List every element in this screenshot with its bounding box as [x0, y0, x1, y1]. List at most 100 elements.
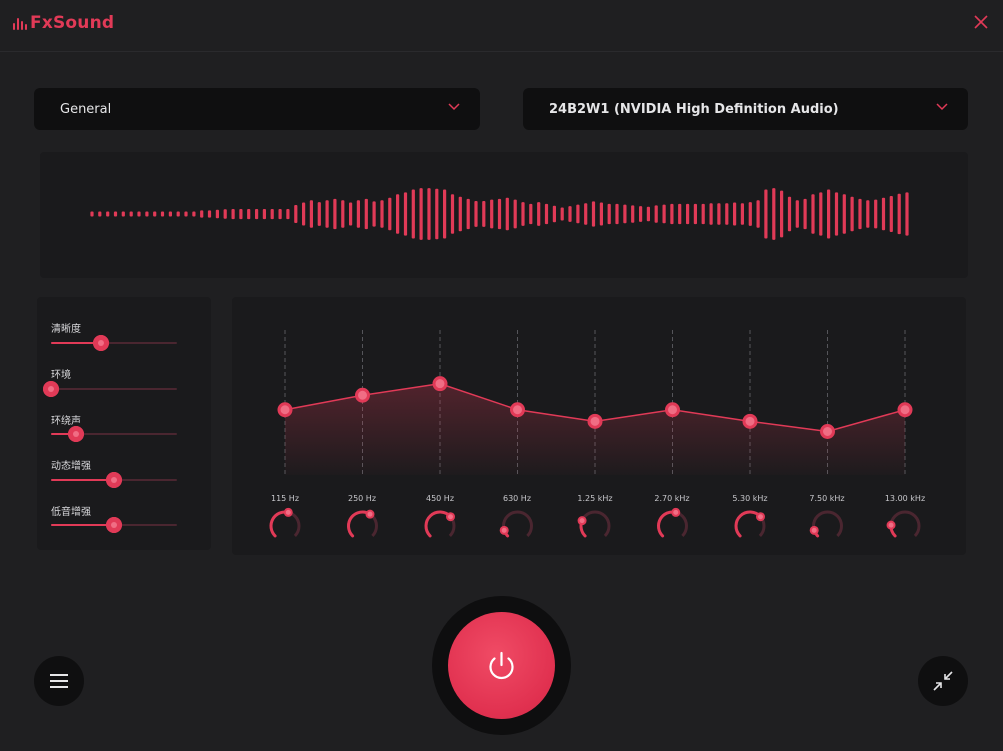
- waveform-bar: [153, 211, 157, 217]
- waveform-bar: [615, 203, 619, 225]
- waveform-bar: [356, 200, 360, 228]
- surround-slider[interactable]: [51, 426, 177, 442]
- eq-band-handle[interactable]: [587, 413, 603, 429]
- clarity-slider[interactable]: [51, 335, 177, 351]
- waveform-bar: [184, 211, 188, 217]
- waveform-bar: [113, 211, 118, 217]
- waveform-bar: [623, 204, 627, 224]
- waveform-bar: [450, 194, 455, 234]
- waveform-bar: [176, 211, 180, 217]
- waveform-bar: [160, 211, 165, 217]
- waveform-bar: [466, 198, 470, 230]
- band-freq-label: 1.25 kHz: [577, 494, 613, 503]
- band-knob[interactable]: [577, 510, 611, 538]
- eq-band-handle[interactable]: [897, 402, 913, 418]
- eq-band-handle[interactable]: [510, 402, 525, 418]
- waveform-bar: [599, 202, 603, 226]
- band-knob[interactable]: [657, 507, 688, 538]
- waveform-bar: [795, 200, 799, 228]
- waveform-bar: [302, 202, 306, 226]
- waveform-bar: [552, 205, 556, 223]
- waveform-bar: [701, 203, 705, 225]
- waveform-bar: [278, 209, 282, 220]
- waveform-bar: [686, 203, 690, 225]
- waveform-bar: [740, 203, 744, 225]
- ambience-slider[interactable]: [43, 381, 177, 397]
- band-freq-label: 2.70 kHz: [654, 494, 690, 503]
- waveform-bar: [333, 198, 337, 230]
- chevron-down-icon: [448, 103, 460, 111]
- waveform-bar: [560, 207, 564, 221]
- waveform-bar: [827, 189, 831, 239]
- chevron-down-icon: [936, 103, 948, 111]
- waveform-bar: [145, 211, 149, 217]
- waveform-bar: [482, 201, 486, 227]
- dynamic-boost-slider[interactable]: [51, 472, 177, 488]
- waveform-bar: [325, 200, 329, 228]
- output-device-select[interactable]: 24B2W1 (NVIDIA High Definition Audio): [523, 88, 968, 130]
- clarity-label: 清晰度: [51, 324, 81, 335]
- waveform-bar: [568, 206, 572, 222]
- waveform-bar: [576, 204, 580, 224]
- eq-band-handle[interactable]: [820, 424, 835, 439]
- waveform-bar: [247, 209, 251, 220]
- band-knob[interactable]: [347, 509, 378, 538]
- waveform-bar: [317, 202, 321, 226]
- waveform-bar: [537, 202, 541, 226]
- waveform-bar: [341, 200, 345, 228]
- band-knob[interactable]: [424, 510, 456, 538]
- waveform-bar: [364, 198, 368, 230]
- eq-band-handle[interactable]: [742, 413, 758, 429]
- output-device-value: 24B2W1 (NVIDIA High Definition Audio): [549, 101, 839, 117]
- band-knob[interactable]: [269, 507, 301, 538]
- waveform-bar: [349, 202, 353, 226]
- waveform-bar: [207, 210, 212, 218]
- power-icon: [489, 651, 514, 680]
- waveform-bar: [764, 189, 768, 239]
- waveform-bar: [881, 197, 886, 231]
- minimize-button[interactable]: [918, 656, 968, 706]
- waveform-bar: [419, 188, 423, 240]
- waveform-bar: [490, 199, 494, 229]
- waveform-bar: [121, 211, 125, 217]
- waveform-visualizer: [40, 152, 968, 278]
- eq-band-handle[interactable]: [355, 387, 370, 403]
- eq-band-handle[interactable]: [665, 402, 680, 418]
- band-knob[interactable]: [499, 510, 533, 538]
- band-freq-label: 5.30 kHz: [732, 494, 768, 503]
- dynamic-boost-label: 动态增强: [51, 461, 91, 472]
- band-freq-label: 115 Hz: [270, 494, 300, 503]
- bass-boost-slider[interactable]: [51, 517, 177, 533]
- waveform-bar: [513, 199, 517, 229]
- waveform-bar: [584, 203, 588, 225]
- waveform-bar: [834, 192, 839, 236]
- waveform-bar: [646, 206, 650, 222]
- waveform-bar: [474, 201, 478, 227]
- waveform-bar: [787, 196, 792, 232]
- band-knob[interactable]: [809, 510, 843, 538]
- waveform-bar: [858, 198, 862, 230]
- band-knob[interactable]: [886, 510, 921, 538]
- band-freq-label: 7.50 kHz: [809, 494, 845, 503]
- app-name: FxSound: [30, 13, 115, 33]
- band-knob[interactable]: [734, 510, 766, 538]
- close-icon[interactable]: [972, 13, 990, 31]
- waveform-bar: [411, 189, 415, 239]
- equalizer-graph: [269, 330, 921, 538]
- waveform-bar: [521, 202, 525, 226]
- power-button[interactable]: [448, 612, 555, 719]
- band-freq-label: 450 Hz: [425, 494, 455, 503]
- waveform-bar: [866, 200, 870, 228]
- waveform-bar: [403, 192, 408, 236]
- equalizer-panel: 115 Hz 250 Hz 450 Hz 630 Hz 1.25 kHz 2.7…: [232, 297, 966, 555]
- waveform-bar: [200, 210, 204, 218]
- menu-button[interactable]: [34, 656, 84, 706]
- waveform-bar: [255, 209, 259, 220]
- eq-band-handle[interactable]: [432, 376, 448, 392]
- waveform-bar: [811, 194, 815, 234]
- preset-select[interactable]: General: [34, 88, 480, 130]
- waveform-bar: [270, 209, 274, 220]
- eq-band-handle[interactable]: [277, 402, 293, 418]
- waveform-bar: [372, 201, 376, 227]
- waveform-bar: [850, 196, 854, 232]
